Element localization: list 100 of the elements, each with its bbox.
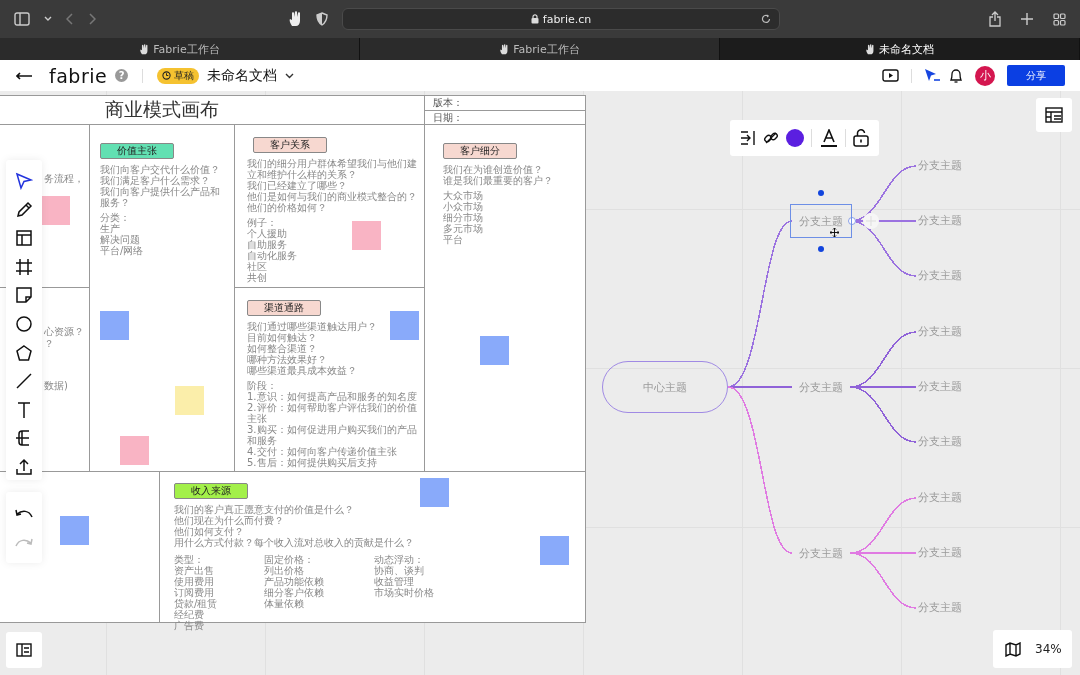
note-text: 平台/网络 bbox=[100, 245, 145, 256]
note-text: 列出价格 bbox=[264, 565, 304, 576]
resize-handle[interactable] bbox=[818, 246, 824, 252]
note-text: 收益管理 bbox=[374, 576, 414, 587]
connection-handle[interactable] bbox=[848, 217, 856, 225]
question-text: 目前如何触达？ bbox=[247, 332, 318, 343]
note-text: 阶段： bbox=[247, 380, 278, 391]
text-tool-icon[interactable] bbox=[15, 400, 33, 419]
pen-tool-icon[interactable] bbox=[15, 200, 33, 219]
tab-overview-icon[interactable] bbox=[1053, 12, 1066, 26]
play-icon[interactable] bbox=[882, 69, 899, 82]
sidebar-icon[interactable] bbox=[14, 12, 30, 26]
map-icon[interactable] bbox=[1005, 641, 1021, 657]
user-avatar[interactable]: 小 bbox=[975, 65, 995, 86]
reload-icon[interactable] bbox=[761, 14, 771, 24]
bell-icon[interactable] bbox=[949, 67, 963, 84]
section-tag: 客户关系 bbox=[253, 137, 327, 153]
question-text: 我们的客户真正愿意支付的价值是什么？ bbox=[174, 504, 355, 515]
subtopic[interactable]: 分支主题 bbox=[918, 545, 962, 561]
undo-icon[interactable] bbox=[15, 507, 33, 519]
move-cursor-icon bbox=[830, 228, 839, 237]
document-title[interactable]: 未命名文档 bbox=[207, 66, 278, 85]
note-text: 多元市场 bbox=[443, 223, 484, 234]
share-button[interactable]: 分享 bbox=[1007, 65, 1065, 86]
help-button[interactable]: ? bbox=[115, 69, 129, 82]
note-text: 使用费用 bbox=[174, 576, 215, 587]
note-text: 资产出售 bbox=[174, 565, 215, 576]
subtopic[interactable]: 分支主题 bbox=[918, 324, 962, 340]
line-tool-icon[interactable] bbox=[15, 372, 33, 391]
panel-toggle-button[interactable] bbox=[6, 632, 42, 668]
back-arrow-icon[interactable] bbox=[16, 71, 33, 80]
shield-icon[interactable] bbox=[316, 12, 328, 26]
note-text: 3.购买：如何促进用户购买我们的产品和服务 bbox=[247, 424, 418, 446]
note-text: 贷款/租赁 bbox=[174, 598, 219, 609]
note-text: 大众市场 bbox=[443, 190, 484, 201]
text-color-icon[interactable] bbox=[819, 129, 838, 147]
table-list-icon bbox=[1045, 107, 1063, 123]
question-text: 他们如何支付？ bbox=[174, 526, 244, 537]
resize-handle[interactable] bbox=[818, 190, 824, 196]
circle-tool-icon[interactable] bbox=[15, 314, 33, 333]
note-text: 协商、谈判 bbox=[374, 565, 425, 576]
select-tool-icon[interactable] bbox=[15, 172, 33, 190]
color-swatch-icon[interactable] bbox=[786, 129, 805, 147]
question-text: 用什么方式付款？每个收入流对总收入的贡献是什么？ bbox=[174, 537, 415, 548]
share-icon[interactable] bbox=[989, 11, 1001, 27]
back-icon[interactable] bbox=[66, 13, 74, 25]
subtopic[interactable]: 分支主题 bbox=[918, 158, 962, 174]
question-text: ？ bbox=[44, 338, 55, 350]
branch-topic[interactable]: 分支主题 bbox=[790, 370, 852, 404]
link-icon[interactable] bbox=[762, 130, 779, 146]
subtopic[interactable]: 分支主题 bbox=[918, 268, 962, 284]
subtopic[interactable]: 分支主题 bbox=[918, 434, 962, 450]
address-bar[interactable]: fabrie.cn bbox=[342, 8, 780, 30]
note-text: 体量依赖 bbox=[264, 598, 305, 609]
upload-tool-icon[interactable] bbox=[15, 457, 33, 476]
zoom-level[interactable]: 34% bbox=[1035, 642, 1062, 656]
question-text: 心资源？ bbox=[44, 326, 85, 338]
note-text: 平台 bbox=[443, 234, 464, 245]
note-text: 动态浮动： bbox=[374, 554, 425, 565]
subtopic[interactable]: 分支主题 bbox=[918, 600, 962, 616]
note-text: 共创 bbox=[247, 272, 268, 283]
layout-tool-icon[interactable] bbox=[15, 229, 33, 248]
browser-tab[interactable]: Fabrie工作台 bbox=[0, 38, 360, 60]
subtopic[interactable]: 分支主题 bbox=[918, 379, 962, 395]
version-label: 版本： bbox=[433, 96, 463, 110]
question-text: 哪些渠道最具成本效益？ bbox=[247, 365, 358, 376]
plus-icon[interactable] bbox=[1021, 13, 1033, 25]
subtopic[interactable]: 分支主题 bbox=[918, 213, 962, 229]
add-node-button[interactable] bbox=[863, 213, 879, 229]
lock-icon bbox=[530, 14, 539, 24]
chevron-down-icon[interactable] bbox=[285, 72, 295, 79]
branch-topic[interactable]: 分支主题 bbox=[790, 536, 852, 570]
note-text: 经纪费 bbox=[174, 609, 205, 620]
question-text: 我们已经建立了哪些？ bbox=[247, 180, 348, 191]
note-text: 自助服务 bbox=[247, 239, 288, 250]
board-title: 商业模式画布 bbox=[105, 97, 219, 122]
polygon-tool-icon[interactable] bbox=[15, 343, 33, 362]
frame-tool-icon[interactable] bbox=[15, 257, 33, 276]
note-text: 2.评价：如何帮助客户评估我们的价值主张 bbox=[247, 402, 418, 424]
question-text: 我们在为谁创造价值？ bbox=[443, 164, 544, 175]
section-tag: 客户细分 bbox=[443, 143, 517, 159]
cursor-icon[interactable] bbox=[924, 68, 941, 83]
subtopic[interactable]: 分支主题 bbox=[918, 490, 962, 506]
note-text: 4.交付：如何向客户传递价值主张 bbox=[247, 446, 398, 457]
unlock-icon[interactable] bbox=[853, 129, 870, 147]
indent-icon[interactable] bbox=[739, 131, 756, 145]
note-text: 广告费 bbox=[174, 620, 205, 631]
note-text: 解决问题 bbox=[100, 234, 140, 245]
hand-icon[interactable] bbox=[288, 11, 302, 27]
sticky-tool-icon[interactable] bbox=[15, 286, 33, 305]
question-text: 我们通过哪些渠道触达用户？ bbox=[247, 321, 378, 332]
note-text: 1.意识：如何提高产品和服务的知名度 bbox=[247, 391, 418, 402]
note-text: 例子： bbox=[247, 217, 278, 228]
branch-topic[interactable]: 分支主题 bbox=[790, 204, 852, 238]
panel-icon bbox=[16, 643, 32, 657]
browser-tab[interactable]: Fabrie工作台 bbox=[360, 38, 720, 60]
question-text: 他们是如何与我们的商业模式整合的？ bbox=[247, 191, 418, 202]
outline-button[interactable] bbox=[1036, 98, 1072, 132]
forward-icon[interactable] bbox=[88, 13, 96, 25]
hand-icon bbox=[139, 43, 150, 55]
